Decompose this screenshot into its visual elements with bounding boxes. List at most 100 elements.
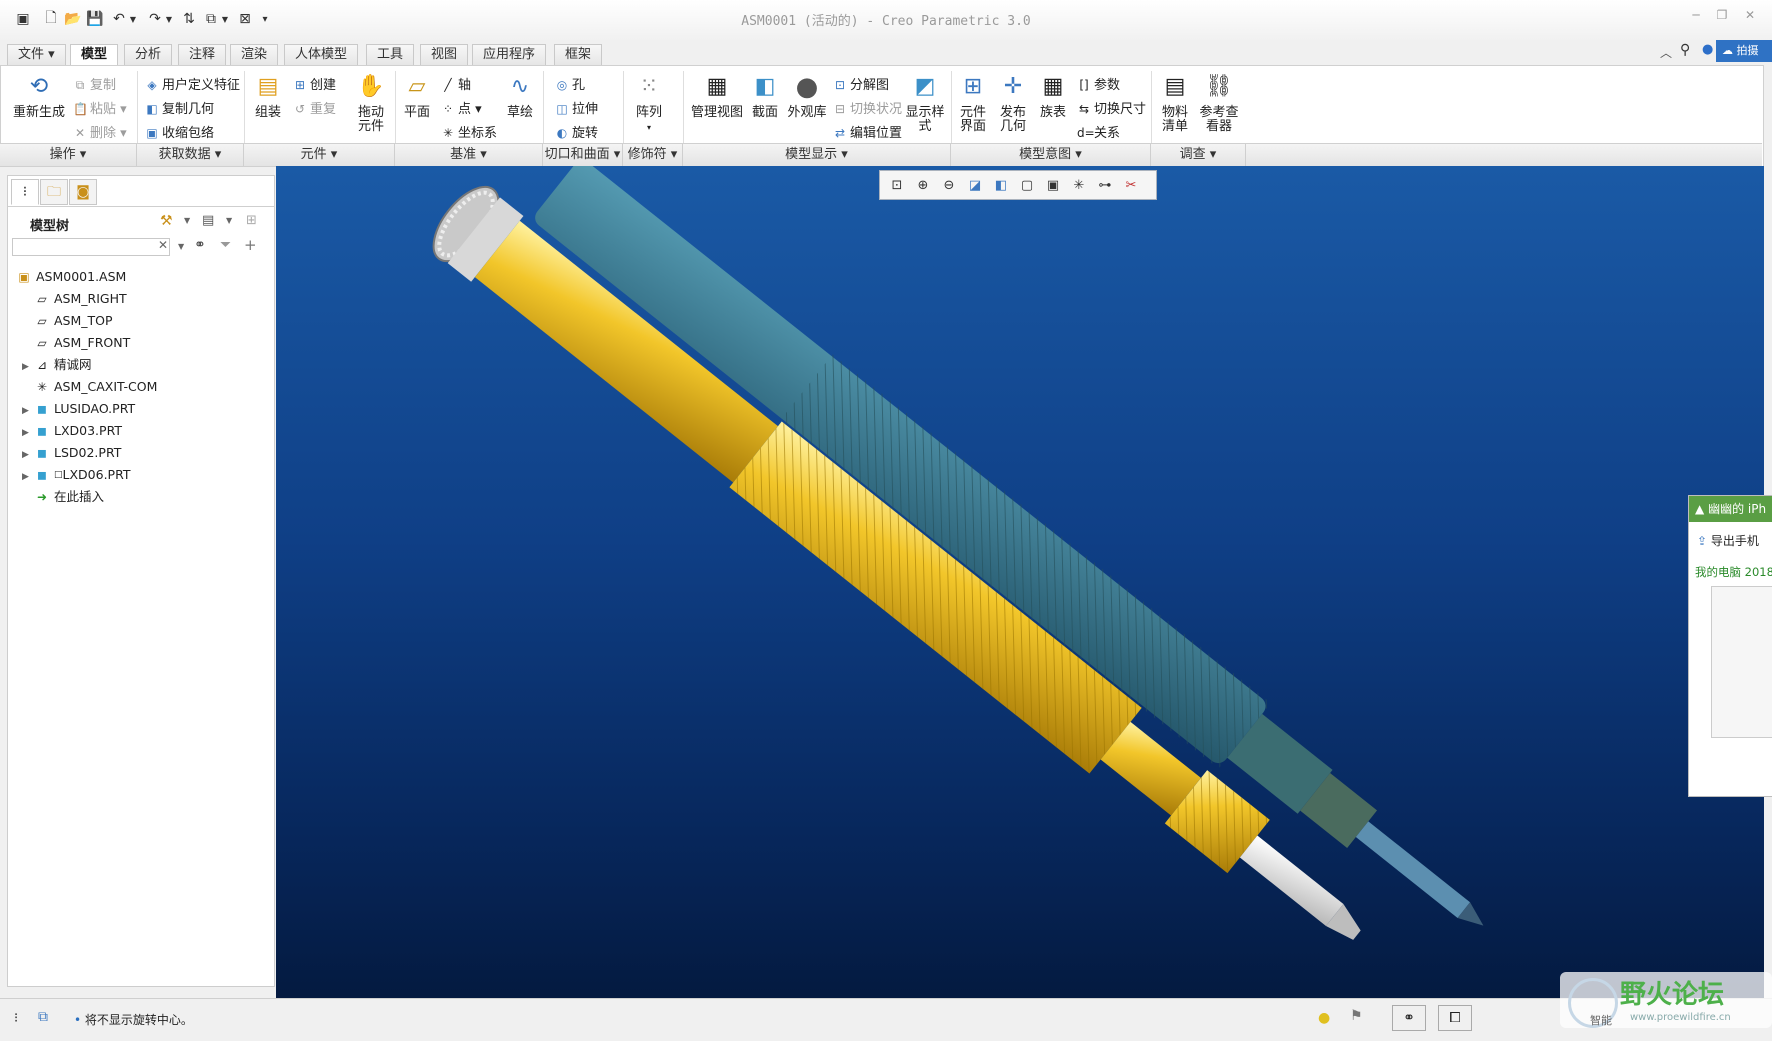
tree-toggle-icon[interactable]: ⁝ [14,1011,18,1026]
search-dropdown-icon[interactable]: ▼ [178,242,184,251]
section-button[interactable]: ◧ 截面 [747,72,783,120]
regenerate-button[interactable]: ⟲ 重新生成 [9,72,69,120]
assemble-button[interactable]: ▤ 组装 [249,72,287,120]
display-style-button[interactable]: ◩ 显示样 式 [903,72,947,134]
publish-geometry-button[interactable]: ✛ 发布 几何 [995,72,1031,134]
graphics-viewport[interactable] [276,166,1764,998]
tree-item-lusidao[interactable]: ▶ ◼ LUSIDAO.PRT [22,398,135,420]
family-table-button[interactable]: ▦ 族表 [1035,72,1071,120]
shrinkwrap-button[interactable]: ▣ 收缩包络 [145,122,214,141]
tab-render[interactable]: 渲染 [230,44,279,65]
tree-item-layer[interactable]: ▶ ⊿ 精诚网 [22,354,92,376]
browser-toggle-icon[interactable]: ⧉ [38,1009,48,1025]
tree-item-asm0001[interactable]: ▣ ASM0001.ASM [16,266,126,288]
flag-icon[interactable]: ⚑ [1350,1008,1363,1024]
tree-item-asm-top[interactable]: ▱ ASM_TOP [34,310,112,332]
column-icon[interactable]: ⊞ [246,213,257,228]
tree-item-lxd03[interactable]: ▶ ◼ LXD03.PRT [22,420,122,442]
manage-views-button[interactable]: ▦ 管理视图 [689,72,745,120]
group-datum[interactable]: 基准 ▾ [395,144,543,166]
copy-geometry-button[interactable]: ◧ 复制几何 [145,98,214,117]
component-interface-button[interactable]: ⊞ 元件 界面 [955,72,991,134]
add-column-icon[interactable]: + [244,236,257,254]
annotation-display-icon[interactable]: ✂ [1118,174,1144,196]
copy-button[interactable]: ⧉ 复制 [73,74,116,93]
explode-view-button[interactable]: ⊡ 分解图 [833,74,889,93]
tree-item-lxd06[interactable]: ▶ ◼ □LXD06.PRT [22,464,131,486]
expand-icon[interactable]: ▶ [22,444,34,466]
yellow-screwdriver[interactable] [421,176,1385,968]
select-filter-icon[interactable]: ⧠ [1438,1005,1472,1031]
search-icon[interactable]: ⚲ [1680,42,1690,58]
appearance-button[interactable]: ● 外观库 [785,72,829,120]
tree-item-csys[interactable]: ✳ ASM_CAXIT-COM [34,376,157,398]
zoom-in-icon[interactable]: ⊕ [910,174,936,196]
minimize-icon[interactable]: ─ [1684,8,1708,26]
tab-framework[interactable]: 框架 [554,44,603,65]
sketch-button[interactable]: ∿ 草绘 [503,72,537,120]
show-dropdown-icon[interactable]: ▼ [226,216,232,225]
expand-icon[interactable]: ▶ [22,400,34,422]
group-cut-surface[interactable]: 切口和曲面 ▾ [543,144,623,166]
saved-orientations-icon[interactable]: ▢ [1014,174,1040,196]
restore-icon[interactable]: ❐ [1710,8,1734,26]
settings-dropdown-icon[interactable]: ▼ [184,216,190,225]
tab-applications[interactable]: 应用程序 [472,44,547,65]
tab-view[interactable]: 视图 [420,44,469,65]
overlay-badge[interactable]: ☁ 拍摄 [1716,40,1772,62]
create-button[interactable]: ⊞ 创建 [293,74,336,93]
delete-button[interactable]: ✕ 删除 ▾ [73,122,127,141]
group-get-data[interactable]: 获取数据 ▾ [137,144,244,166]
parameters-button[interactable]: [] 参数 [1077,74,1120,93]
tab-annotate[interactable]: 注释 [178,44,227,65]
tree-item-lsd02[interactable]: ▶ ◼ LSD02.PRT [22,442,121,464]
toggle-status-button[interactable]: ⊟ 切换状况 [833,98,902,117]
folder-browser-tab-icon[interactable]: 🗀 [40,179,68,205]
find-binoculars-icon[interactable]: ⚭ [194,237,206,253]
plane-button[interactable]: ▱ 平面 [399,72,435,120]
model-tree-tab-icon[interactable]: ⁝ [11,179,39,205]
udf-button[interactable]: ◈ 用户定义特征 [145,74,240,93]
datum-display-icon[interactable]: ✳ [1066,174,1092,196]
group-components[interactable]: 元件 ▾ [244,144,395,166]
revolve-button[interactable]: ◐ 旋转 [555,122,598,141]
find-icon[interactable]: ⚭ [1392,1005,1426,1031]
document-thumbnail[interactable] [1711,586,1772,738]
expand-icon[interactable]: ▶ [22,466,34,488]
expand-icon[interactable]: ▶ [22,356,34,378]
display-style-icon[interactable]: ◧ [988,174,1014,196]
help-icon[interactable]: ● [1702,42,1713,57]
tab-model[interactable]: 模型 [70,44,119,66]
tree-item-asm-front[interactable]: ▱ ASM_FRONT [34,332,130,354]
export-button[interactable]: ⇪ 导出手机 [1697,532,1759,549]
axis-button[interactable]: ╱ 轴 [441,74,471,93]
group-modifiers[interactable]: 修饰符 ▾ [623,144,683,166]
tree-item-insert-here[interactable]: ➜ 在此插入 [34,486,104,508]
spin-center-icon[interactable]: ⊶ [1092,174,1118,196]
repaint-icon[interactable]: ◪ [962,174,988,196]
group-model-display[interactable]: 模型显示 ▾ [683,144,951,166]
expand-icon[interactable]: ▶ [22,422,34,444]
paste-button[interactable]: 📋 粘贴 ▾ [73,98,127,117]
drag-components-button[interactable]: ✋ 拖动 元件 [351,72,391,134]
tab-file[interactable]: 文件 ▾ [7,44,66,65]
hole-button[interactable]: ◎ 孔 [555,74,585,93]
show-icon[interactable]: ▤ [202,213,214,228]
group-model-intent[interactable]: 模型意图 ▾ [951,144,1151,166]
assembly-3d-model[interactable] [276,166,1764,998]
reference-viewer-button[interactable]: ⛓ 参考查 看器 [1197,72,1241,134]
tree-search-input[interactable] [12,238,170,256]
tree-settings-icon[interactable]: ⚒ [160,213,173,229]
collapse-ribbon-icon[interactable]: ︿ [1660,44,1672,61]
csys-button[interactable]: ✳ 坐标系 [441,122,497,141]
close-icon[interactable]: ✕ [1738,8,1762,26]
zoom-out-icon[interactable]: ⊖ [936,174,962,196]
selection-status-icon[interactable]: ● [1318,1010,1330,1026]
tab-manikin[interactable]: 人体模型 [284,44,359,65]
phone-notification-popup[interactable]: ▲ 幽幽的 iPh ⇪ 导出手机 我的电脑 2018 [1688,495,1772,797]
extrude-button[interactable]: ◫ 拉伸 [555,98,598,117]
pattern-button[interactable]: ⁙ 阵列 ▾ [629,72,669,135]
switch-dimensions-button[interactable]: ⇆ 切换尺寸 [1077,98,1146,117]
group-operations[interactable]: 操作 ▾ [0,144,137,166]
filter-icon[interactable]: ⏷ [220,237,231,253]
